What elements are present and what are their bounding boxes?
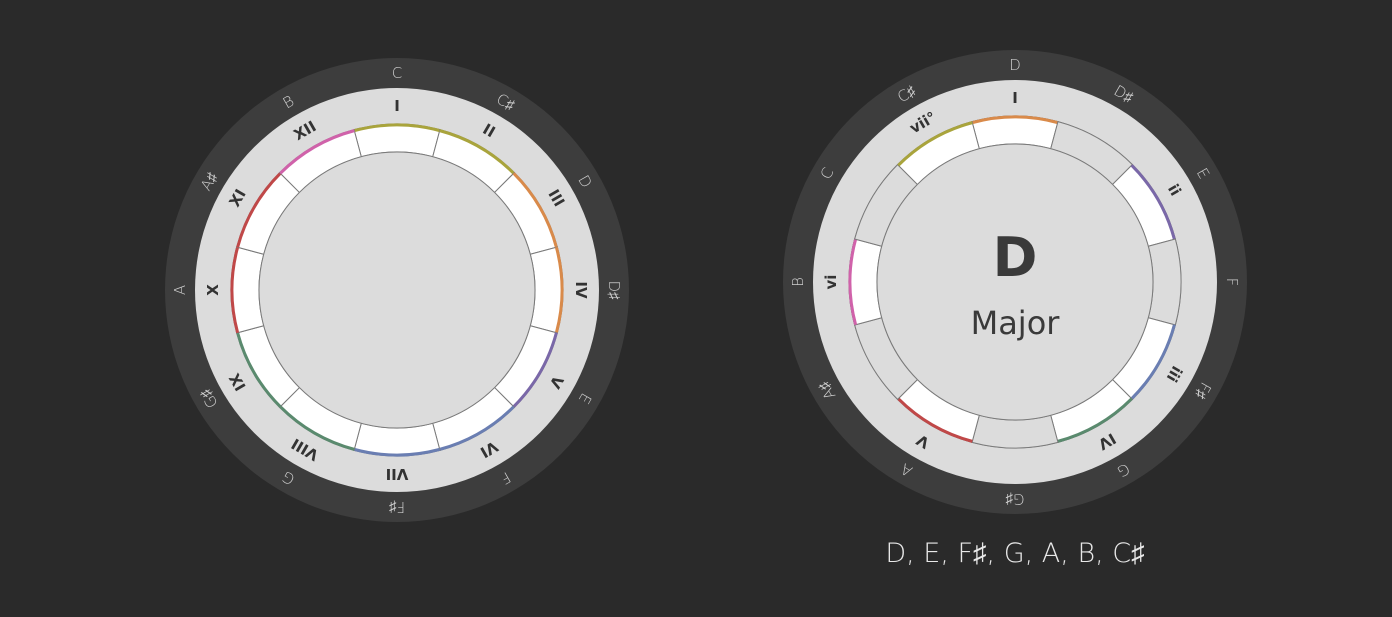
degree-label: I xyxy=(1012,89,1018,107)
note-label: D xyxy=(1009,56,1021,74)
note-label: A xyxy=(171,285,189,295)
scale-notes-text: D, E, F♯, G, A, B, C♯ xyxy=(885,538,1145,569)
degree-label: VII xyxy=(386,465,409,483)
degree-label: X xyxy=(204,284,222,296)
note-label: F xyxy=(1223,278,1241,287)
degree-label: IV xyxy=(572,281,590,299)
degree-label: vi xyxy=(822,275,840,290)
note-label: G♯ xyxy=(1005,490,1025,508)
note-label: F♯ xyxy=(388,498,405,516)
note-label: D♯ xyxy=(605,280,623,300)
degree-label: I xyxy=(394,97,400,115)
mode-label: Major xyxy=(971,304,1061,342)
key-wheel: DI D♯EiiFF♯iiiGIVG♯AVA♯B viCC♯vii° D Major xyxy=(783,50,1247,514)
tonic-label: D xyxy=(993,226,1038,289)
center-disc xyxy=(258,151,536,429)
chromatic-wheel: CI C♯IIDIIID♯IVEVFVIF♯VIIGVIIIG♯IXA XA♯XIB… xyxy=(165,58,629,522)
wheels-canvas: CI C♯IIDIIID♯IVEVFVIF♯VIIGVIIIG♯IXA XA♯XIB… xyxy=(165,50,1247,522)
note-label: B xyxy=(789,277,807,287)
note-label: C xyxy=(392,64,402,82)
